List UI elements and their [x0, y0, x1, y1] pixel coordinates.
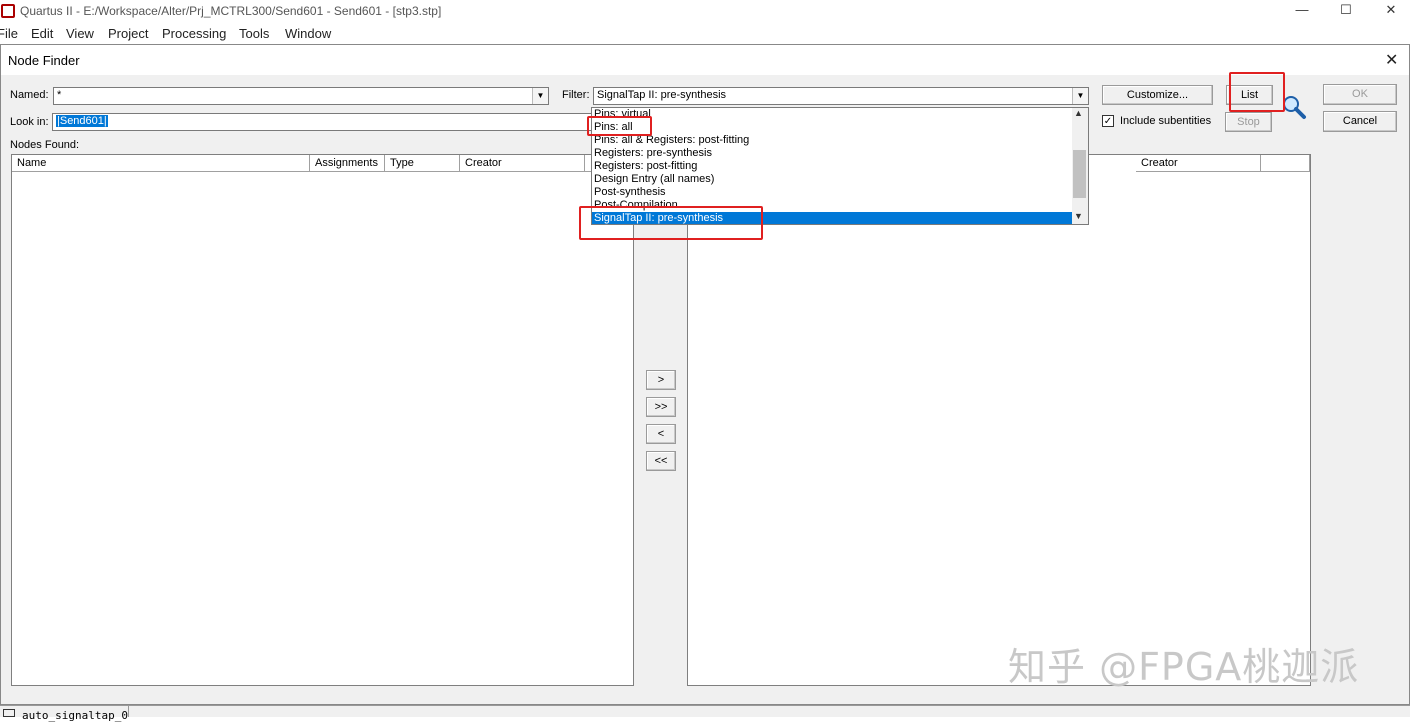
column-header-assignments[interactable]: Assignments	[310, 155, 385, 172]
nodes-found-label: Nodes Found:	[10, 139, 80, 151]
menubar: File Edit View Project Processing Tools …	[0, 26, 1410, 44]
move-right-button[interactable]: >	[646, 370, 676, 390]
move-all-left-button[interactable]: <<	[646, 451, 676, 471]
ok-button[interactable]: OK	[1323, 84, 1397, 105]
filter-value: SignalTap II: pre-synthesis	[597, 89, 727, 101]
move-all-right-button[interactable]: >>	[646, 397, 676, 417]
highlight-box-pins-all	[587, 116, 652, 136]
minimize-button[interactable]: —	[1292, 2, 1312, 17]
window-icon	[3, 709, 15, 717]
scroll-up-icon[interactable]: ▲	[1074, 108, 1083, 118]
app-close-button[interactable]: ✕	[1381, 2, 1401, 18]
menu-edit[interactable]: Edit	[31, 26, 53, 41]
named-combobox[interactable]: * ▼	[53, 87, 549, 105]
include-subentities-label: Include subentities	[1120, 115, 1212, 127]
lookin-field[interactable]: |Send601|	[52, 113, 592, 131]
move-left-button[interactable]: <	[646, 424, 676, 444]
named-value: *	[57, 89, 62, 101]
maximize-button[interactable]: ☐	[1336, 2, 1356, 18]
menu-processing[interactable]: Processing	[162, 26, 226, 41]
filter-option[interactable]: Design Entry (all names)	[594, 173, 714, 186]
stop-button[interactable]: Stop	[1225, 112, 1272, 132]
nodes-found-list[interactable]: Name Assignments Type Creator	[11, 154, 634, 686]
chevron-down-icon[interactable]: ▼	[1072, 88, 1088, 104]
menu-window[interactable]: Window	[285, 26, 331, 41]
scroll-down-icon[interactable]: ▼	[1074, 211, 1083, 221]
column-header-creator[interactable]: Creator	[460, 155, 585, 172]
filter-combobox[interactable]: SignalTap II: pre-synthesis ▼	[593, 87, 1089, 105]
menu-file[interactable]: File	[0, 26, 18, 41]
column-header-creator-selected[interactable]: Creator	[1136, 155, 1261, 172]
app-titlebar: Quartus II - E:/Workspace/Alter/Prj_MCTR…	[0, 0, 1410, 24]
filter-option[interactable]: Registers: post-fitting	[594, 160, 697, 173]
customize-button[interactable]: Customize...	[1102, 85, 1213, 105]
column-header-type[interactable]: Type	[385, 155, 460, 172]
highlight-box-signaltap	[579, 206, 763, 240]
lookin-label: Look in:	[10, 116, 49, 128]
app-title: Quartus II - E:/Workspace/Alter/Prj_MCTR…	[20, 4, 442, 18]
watermark: 知乎 @FPGA桃迦派	[1008, 645, 1360, 689]
menu-tools[interactable]: Tools	[239, 26, 269, 41]
filter-label: Filter:	[562, 89, 590, 101]
dialog-titlebar: Node Finder ✕	[1, 45, 1409, 75]
filter-option[interactable]: Post-synthesis	[594, 186, 666, 199]
cancel-button[interactable]: Cancel	[1323, 111, 1397, 132]
lookin-value: |Send601|	[56, 115, 108, 127]
quartus-app-icon	[1, 4, 15, 18]
chevron-down-icon[interactable]: ▼	[532, 88, 548, 104]
dropdown-scrollbar-thumb[interactable]	[1073, 150, 1086, 198]
menu-project[interactable]: Project	[108, 26, 148, 41]
selected-nodes-list[interactable]: Creator	[687, 154, 1311, 686]
menu-view[interactable]: View	[66, 26, 94, 41]
column-header-name[interactable]: Name	[12, 155, 310, 172]
highlight-box-list-button	[1229, 72, 1285, 112]
column-header-blank-selected	[1261, 155, 1310, 172]
filter-option[interactable]: Registers: pre-synthesis	[594, 147, 712, 160]
bottom-panel-divider	[128, 706, 1410, 717]
dialog-title: Node Finder	[8, 53, 80, 68]
taskbar-instance-label[interactable]: auto_signaltap_0	[22, 709, 128, 722]
include-subentities-checkbox[interactable]: ✓	[1102, 115, 1114, 127]
named-label: Named:	[10, 89, 49, 101]
dialog-close-button[interactable]: ✕	[1385, 50, 1398, 70]
